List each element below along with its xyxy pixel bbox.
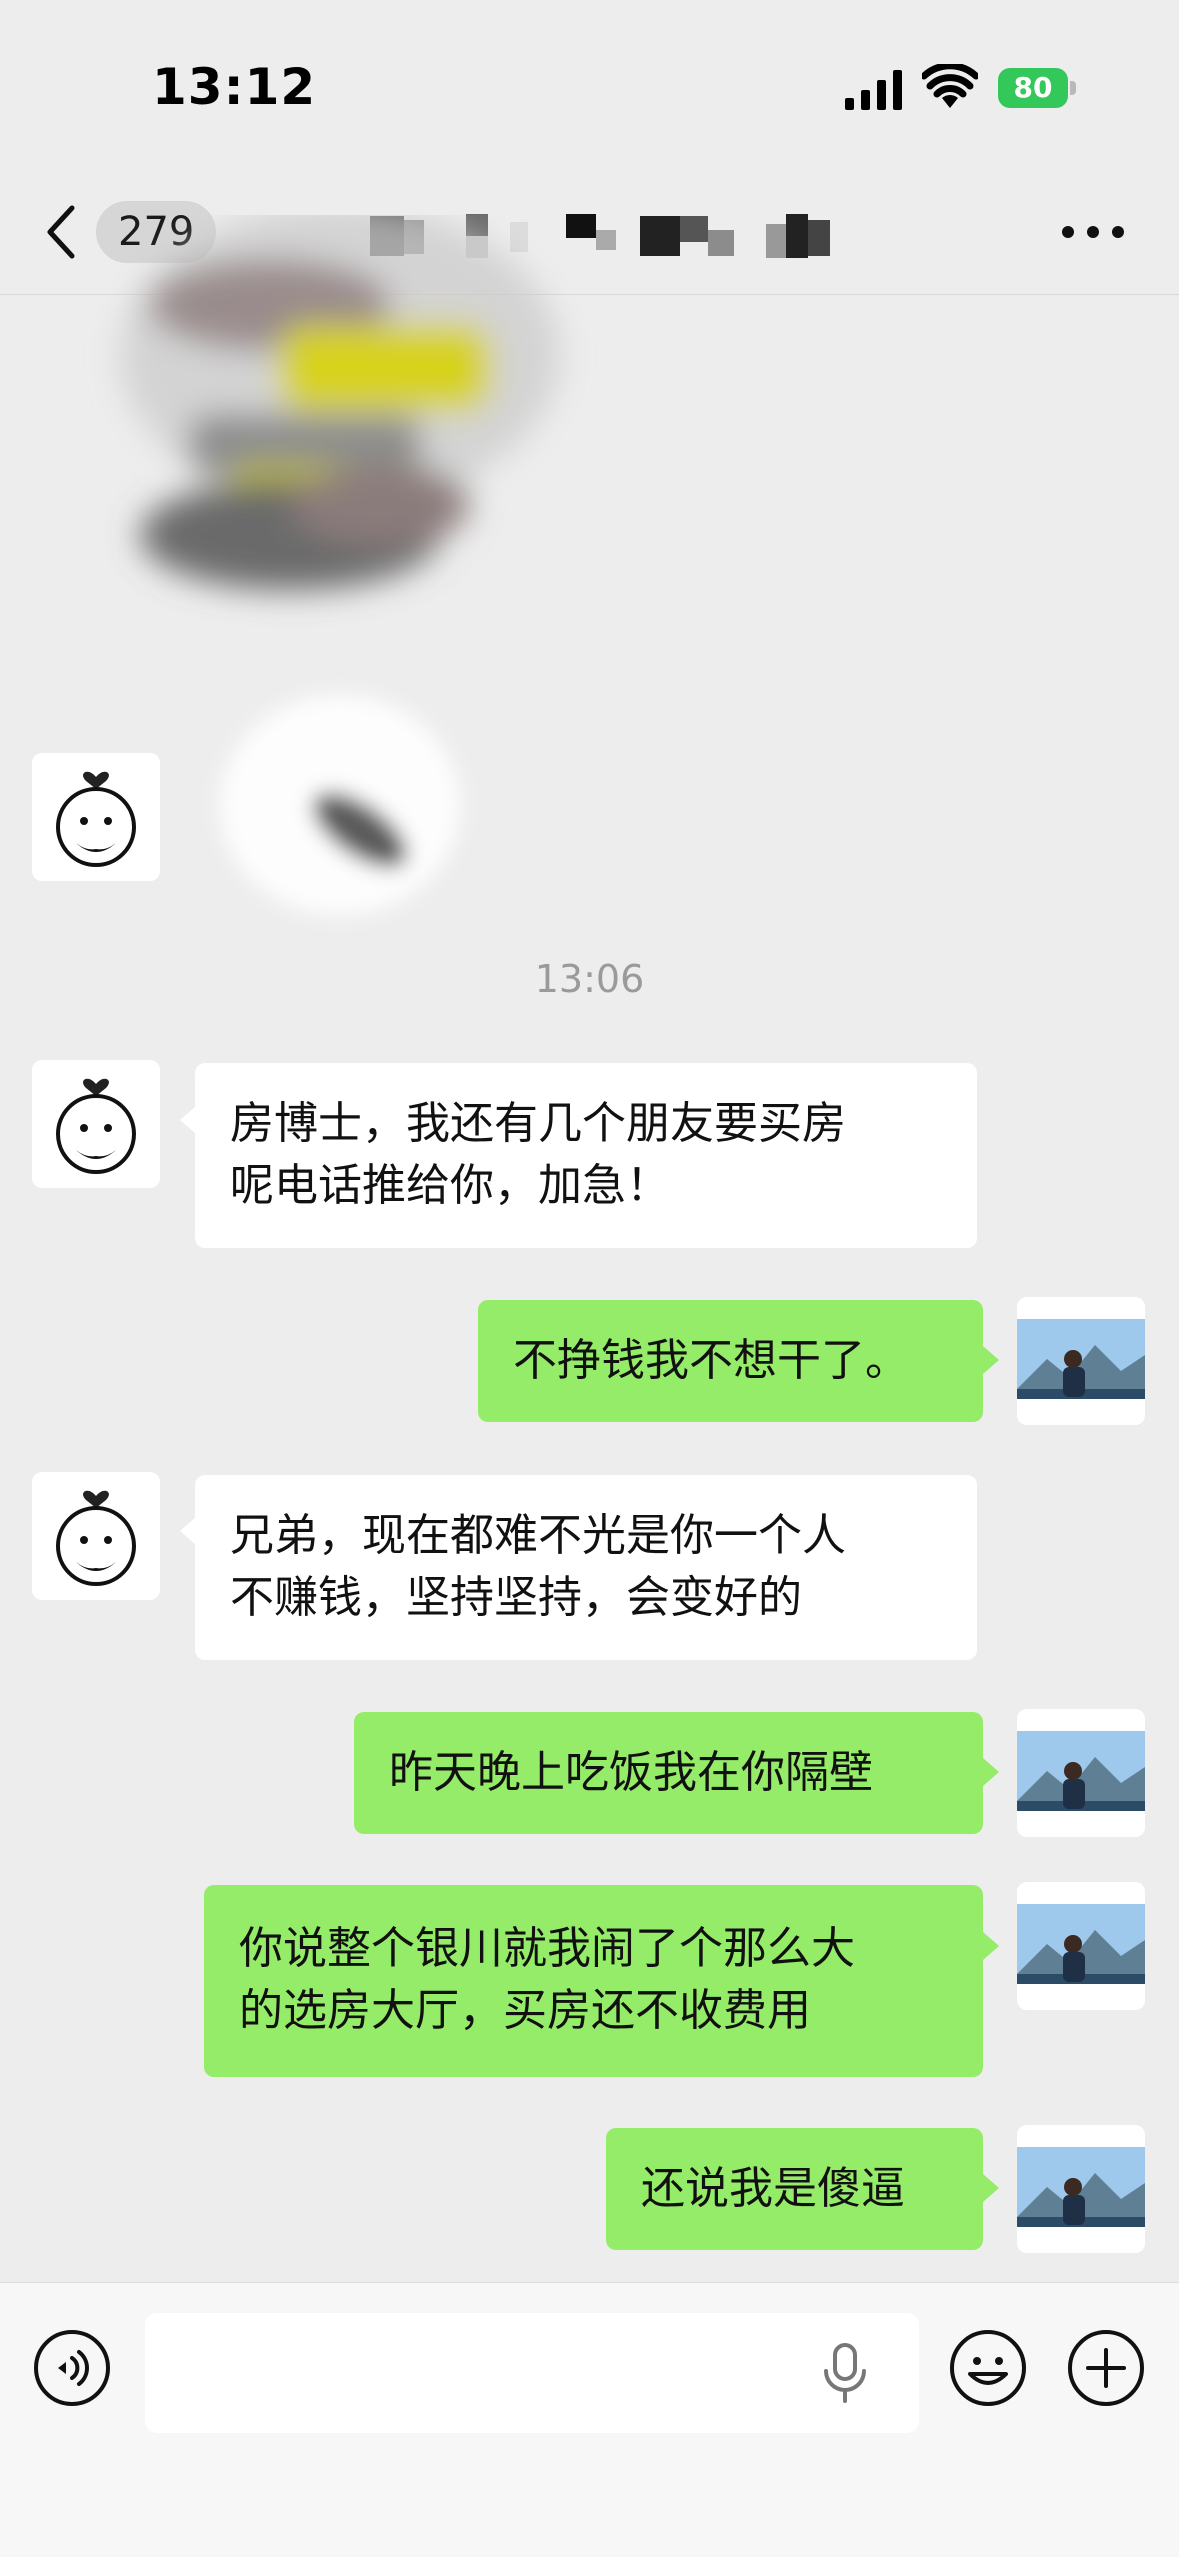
bubble-tail <box>983 1932 999 1960</box>
message-text-line: 昨天晚上吃饭我在你隔壁 <box>389 1747 873 1798</box>
contact-avatar[interactable] <box>32 1060 160 1188</box>
my-avatar[interactable] <box>1017 2125 1145 2253</box>
blurred-image-message[interactable] <box>80 215 600 635</box>
sent-message-bubble[interactable]: 你说整个银川就我闹了个那么大 的选房大厅，买房还不收费用 <box>204 1885 983 2077</box>
message-text-line: 的选房大厅，买房还不收费用 <box>239 1985 811 2036</box>
contact-avatar[interactable] <box>32 753 160 881</box>
microphone-icon[interactable] <box>820 2341 870 2405</box>
bubble-tail <box>983 1758 999 1786</box>
message-text-line: 呢电话推给你，加急！ <box>230 1160 670 1211</box>
message-input[interactable] <box>145 2313 919 2433</box>
landscape-avatar-icon <box>1017 2125 1145 2253</box>
bubble-tail <box>180 1106 196 1134</box>
landscape-avatar-icon <box>1017 1882 1145 2010</box>
message-timestamp: 13:06 <box>534 957 645 1001</box>
my-avatar[interactable] <box>1017 1882 1145 2010</box>
message-text-line: 不挣钱我不想干了。 <box>513 1335 909 1386</box>
bubble-tail <box>983 1346 999 1374</box>
more-dots-icon[interactable] <box>1060 220 1126 244</box>
emoji-icon[interactable] <box>948 2328 1028 2408</box>
sent-message-bubble[interactable]: 还说我是傻逼 <box>606 2128 983 2250</box>
message-text-line: 还说我是傻逼 <box>641 2163 905 2214</box>
status-bar: 13:12 80 <box>0 0 1179 170</box>
landscape-avatar-icon <box>1017 1709 1145 1837</box>
landscape-avatar-icon <box>1017 1297 1145 1425</box>
blurred-image-message-2[interactable] <box>190 665 540 965</box>
voice-toggle-icon[interactable] <box>32 2328 112 2408</box>
sent-message-bubble[interactable]: 昨天晚上吃饭我在你隔壁 <box>354 1712 983 1834</box>
message-text-line: 你说整个银川就我闹了个那么大 <box>239 1923 855 1974</box>
my-avatar[interactable] <box>1017 1297 1145 1425</box>
received-message-bubble[interactable]: 房博士，我还有几个朋友要买房 呢电话推给你，加急！ <box>195 1063 977 1248</box>
battery-level: 80 <box>1013 71 1053 104</box>
cartoon-avatar-icon <box>56 1490 136 1586</box>
bubble-tail <box>983 2174 999 2202</box>
message-input-bar <box>0 2282 1179 2557</box>
message-text-line: 兄弟，现在都难不光是你一个人 <box>230 1510 846 1561</box>
wifi-icon <box>922 64 978 108</box>
battery-indicator: 80 <box>998 68 1076 108</box>
bubble-tail <box>180 1517 196 1545</box>
received-message-bubble[interactable]: 兄弟，现在都难不光是你一个人 不赚钱，坚持坚持，会变好的 <box>195 1475 977 1660</box>
cartoon-avatar-icon <box>56 1078 136 1174</box>
message-text-line: 不赚钱，坚持坚持，会变好的 <box>230 1572 802 1623</box>
chat-messages[interactable]: 13:06 房博士，我还有几个朋友要买房 呢电话推给你，加急！ 不挣钱我不想干了… <box>0 215 1179 2280</box>
message-text-line: 房博士，我还有几个朋友要买房 <box>230 1098 846 1149</box>
chevron-left-icon[interactable] <box>42 202 82 262</box>
cellular-signal-icon <box>845 70 902 110</box>
battery-tip <box>1070 81 1076 95</box>
my-avatar[interactable] <box>1017 1709 1145 1837</box>
contact-avatar[interactable] <box>32 1472 160 1600</box>
sent-message-bubble[interactable]: 不挣钱我不想干了。 <box>478 1300 983 1422</box>
cartoon-avatar-icon <box>56 771 136 867</box>
plus-icon[interactable] <box>1066 2328 1146 2408</box>
status-time: 13:12 <box>152 58 317 116</box>
